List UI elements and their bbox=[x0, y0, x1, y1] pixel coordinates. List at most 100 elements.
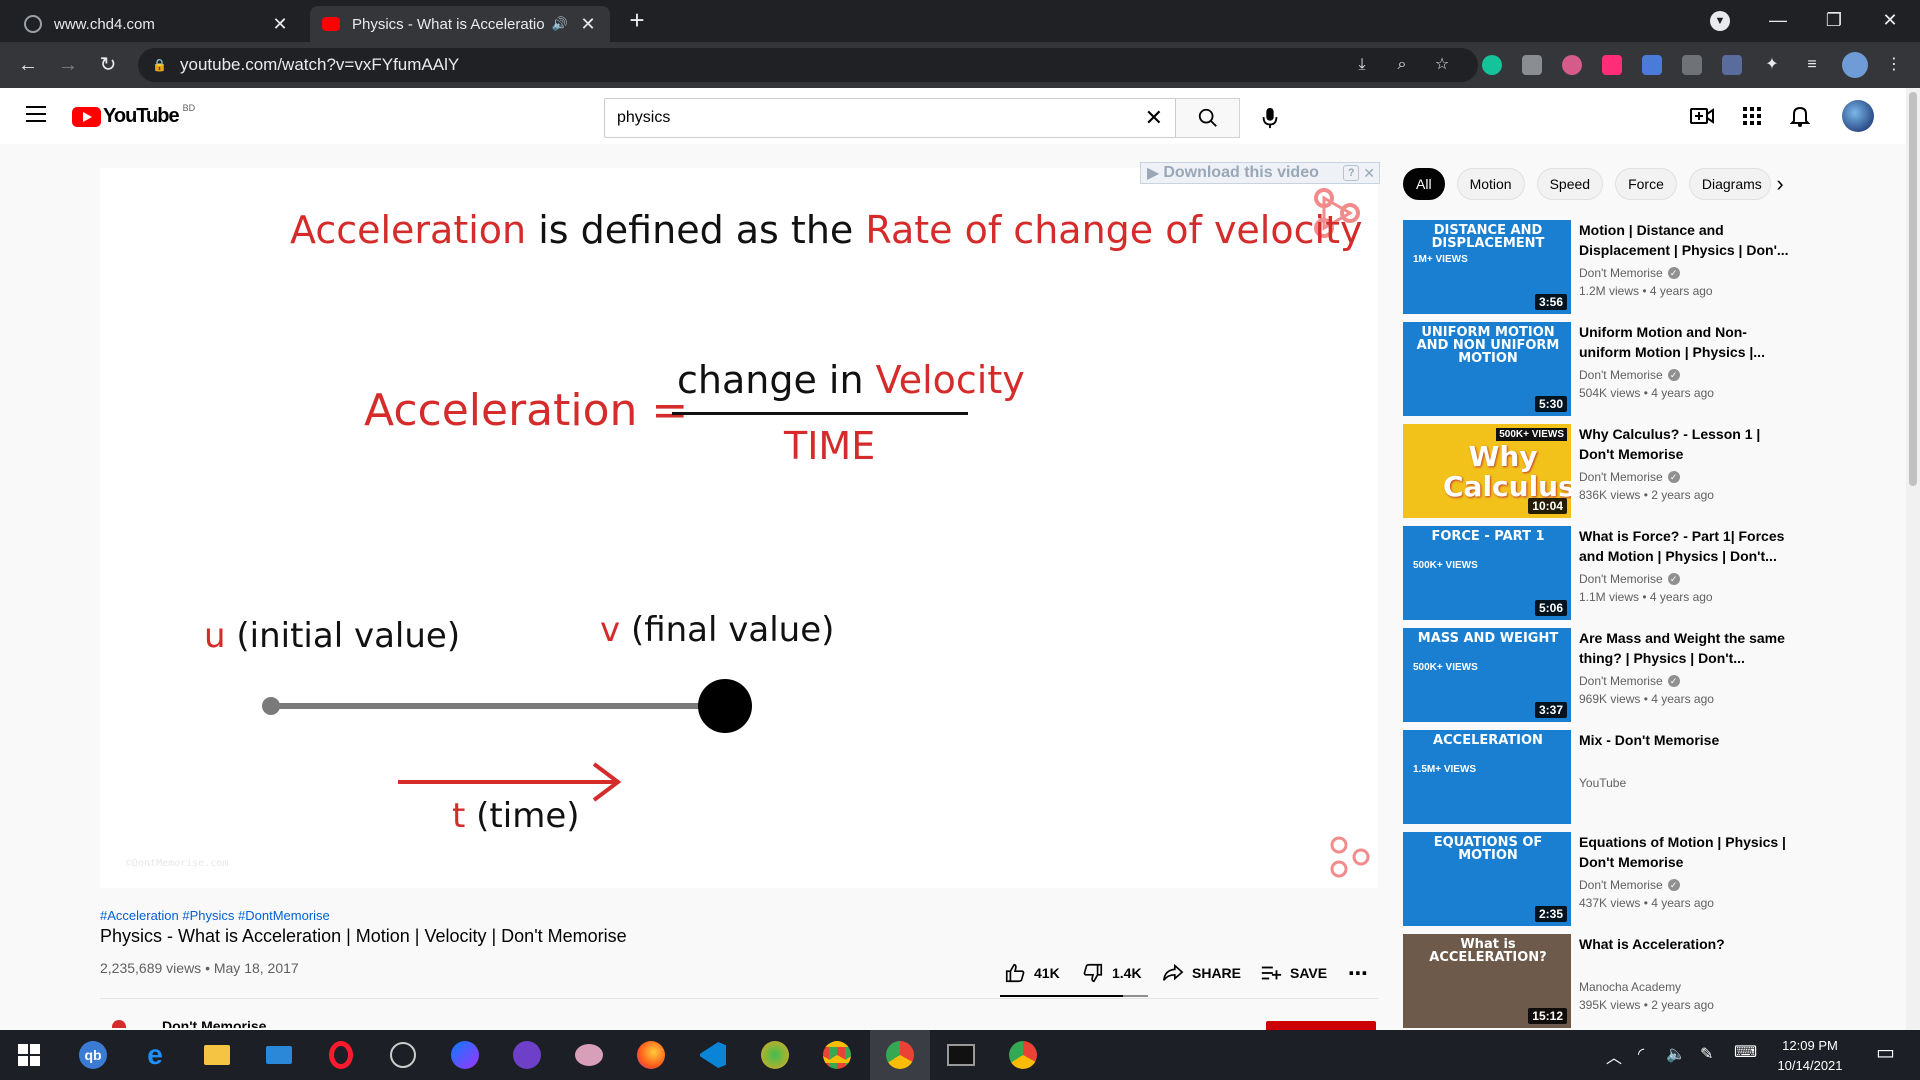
recommended-video[interactable]: What is ACCELERATION? 15:12 What is Accele… bbox=[1403, 934, 1793, 1028]
recommended-video-title[interactable]: Why Calculus? - Lesson 1 | Don't Memoris… bbox=[1579, 424, 1793, 464]
recommended-channel[interactable]: Don't Memorise ✓ bbox=[1579, 674, 1680, 688]
maximize-icon[interactable]: ❐ bbox=[1806, 0, 1862, 42]
mail-icon[interactable] bbox=[262, 1038, 296, 1072]
hamburger-menu-icon[interactable] bbox=[26, 106, 46, 122]
video-thumbnail[interactable]: What is ACCELERATION? 15:12 bbox=[1403, 934, 1571, 1028]
recommended-video[interactable]: ACCELERATION 1.5M+ VIEWS Mix - Don't Memor… bbox=[1403, 730, 1793, 824]
video-thumbnail[interactable]: MASS AND WEIGHT 500K+ VIEWS 3:37 bbox=[1403, 628, 1571, 722]
new-tab-button[interactable]: + bbox=[622, 6, 652, 36]
video-thumbnail[interactable]: DISTANCE AND DISPLACEMENT 1M+ VIEWS 3:56 bbox=[1403, 220, 1571, 314]
speaker-icon[interactable]: 🔊 bbox=[552, 16, 568, 32]
recommended-video-title[interactable]: Mix - Don't Memorise bbox=[1579, 730, 1793, 750]
recommended-channel[interactable]: Manocha Academy bbox=[1579, 980, 1681, 994]
recommended-video-title[interactable]: What is Acceleration? bbox=[1579, 934, 1793, 954]
chevron-right-icon[interactable]: › bbox=[1768, 172, 1792, 196]
account-avatar[interactable] bbox=[1842, 100, 1874, 132]
chip-all[interactable]: All bbox=[1403, 168, 1445, 200]
paint-app-icon[interactable] bbox=[572, 1038, 606, 1072]
recommended-video[interactable]: FORCE - PART 1 500K+ VIEWS 5:06 What is For… bbox=[1403, 526, 1793, 620]
video-thumbnail[interactable]: ACCELERATION 1.5M+ VIEWS bbox=[1403, 730, 1571, 824]
messenger-icon[interactable] bbox=[448, 1038, 482, 1072]
download-video-button[interactable]: ▶ Download this video ? ✕ bbox=[1140, 162, 1380, 184]
recommended-video[interactable]: MASS AND WEIGHT 500K+ VIEWS 3:37 Are Mass a… bbox=[1403, 628, 1793, 722]
channel-avatar[interactable] bbox=[112, 1020, 126, 1028]
page-scrollbar[interactable] bbox=[1906, 88, 1920, 1030]
share-button[interactable]: SHARE bbox=[1162, 960, 1241, 986]
world-app-icon[interactable] bbox=[758, 1038, 792, 1072]
recommended-video[interactable]: Why Calculus?500K+ VIEWS10:04Why Calculu… bbox=[1403, 424, 1793, 518]
windows-start-icon[interactable] bbox=[12, 1038, 46, 1072]
browser-tab-youtube[interactable]: Physics - What is Acceleratio 🔊 ✕ bbox=[310, 6, 610, 42]
profile-avatar-icon[interactable] bbox=[1842, 52, 1868, 78]
chip-motion[interactable]: Motion bbox=[1456, 168, 1525, 200]
create-video-icon[interactable] bbox=[1690, 104, 1714, 128]
keyboard-icon[interactable]: ⌨ bbox=[1734, 1042, 1757, 1062]
recommended-channel[interactable]: Don't Memorise ✓ bbox=[1579, 470, 1680, 484]
chrome-active-icon[interactable] bbox=[870, 1030, 930, 1080]
play-extension-icon[interactable] bbox=[1602, 55, 1622, 75]
recommended-video-title[interactable]: What is Force? - Part 1| Forces and Moti… bbox=[1579, 526, 1793, 566]
bookmark-star-icon[interactable]: ☆ bbox=[1426, 49, 1458, 81]
chrome-menu-icon[interactable]: ⋮ bbox=[1878, 49, 1910, 81]
show-hidden-icons-icon[interactable]: ︿ bbox=[1606, 1044, 1622, 1068]
chrome-icon[interactable] bbox=[820, 1038, 854, 1072]
recommended-video[interactable]: EQUATIONS OF MOTION 2:35 Equations of Moti… bbox=[1403, 832, 1793, 926]
recommended-channel[interactable]: Don't Memorise ✓ bbox=[1579, 368, 1680, 382]
recommended-channel[interactable]: Don't Memorise ✓ bbox=[1579, 266, 1680, 280]
like-button[interactable]: 41K bbox=[1004, 960, 1060, 986]
window-close-icon[interactable]: ✕ bbox=[1862, 0, 1918, 42]
scrollbar-thumb[interactable] bbox=[1909, 92, 1917, 486]
pen-icon[interactable]: ✎ bbox=[1700, 1044, 1713, 1064]
save-button[interactable]: SAVE bbox=[1260, 960, 1327, 986]
reload-icon[interactable]: ↻ bbox=[94, 51, 122, 79]
video-thumbnail[interactable]: Why Calculus?500K+ VIEWS 10:04 bbox=[1403, 424, 1571, 518]
edge-icon[interactable]: e bbox=[138, 1038, 172, 1072]
recommended-channel[interactable]: Don't Memorise ✓ bbox=[1579, 878, 1680, 892]
terminal-icon[interactable] bbox=[944, 1038, 978, 1072]
file-explorer-icon[interactable] bbox=[200, 1038, 234, 1072]
video-thumbnail[interactable]: EQUATIONS OF MOTION 2:35 bbox=[1403, 832, 1571, 926]
dislike-button[interactable]: 1.4K bbox=[1082, 960, 1142, 986]
recommended-video[interactable]: DISTANCE AND DISPLACEMENT 1M+ VIEWS 3:56 Mo… bbox=[1403, 220, 1793, 314]
grammarly-extension-icon[interactable] bbox=[1482, 55, 1502, 75]
system-clock[interactable]: 12:09 PM 10/14/2021 bbox=[1760, 1036, 1860, 1076]
download-help-icon[interactable]: ? bbox=[1343, 165, 1360, 181]
recommended-video-title[interactable]: Uniform Motion and Non-uniform Motion | … bbox=[1579, 322, 1793, 362]
pen-extension-icon[interactable] bbox=[1722, 55, 1742, 75]
extension-icon[interactable] bbox=[1682, 55, 1702, 75]
volume-icon[interactable]: 🔈 bbox=[1666, 1044, 1686, 1064]
video-hashtags[interactable]: #Acceleration #Physics #DontMemorise bbox=[100, 908, 330, 923]
chrome-profile-icon[interactable] bbox=[1006, 1038, 1040, 1072]
minimize-icon[interactable]: — bbox=[1750, 0, 1806, 42]
camera-extension-icon[interactable] bbox=[1522, 55, 1542, 75]
chip-force[interactable]: Force bbox=[1615, 168, 1677, 200]
zoom-icon[interactable]: ⌕ bbox=[1386, 49, 1418, 81]
voice-search-button[interactable] bbox=[1252, 100, 1288, 136]
satellite-app-icon[interactable] bbox=[386, 1038, 420, 1072]
close-tab-icon[interactable]: ✕ bbox=[578, 14, 598, 35]
wifi-icon[interactable]: ◜ bbox=[1638, 1044, 1644, 1064]
recommended-channel[interactable]: YouTube bbox=[1579, 776, 1626, 790]
firefox-icon[interactable] bbox=[634, 1038, 668, 1072]
recommended-video-title[interactable]: Motion | Distance and Displacement | Phy… bbox=[1579, 220, 1793, 260]
more-actions-icon[interactable]: ⋯ bbox=[1348, 960, 1368, 986]
qbittorrent-icon[interactable]: qb bbox=[76, 1038, 110, 1072]
chip-speed[interactable]: Speed bbox=[1536, 168, 1604, 200]
chip-diagrams[interactable]: Diagrams bbox=[1688, 168, 1771, 200]
recommended-video[interactable]: UNIFORM MOTION AND NON UNIFORM MOTION 5:3… bbox=[1403, 322, 1793, 416]
clear-search-icon[interactable]: ✕ bbox=[1145, 105, 1163, 131]
notifications-bell-icon[interactable] bbox=[1788, 104, 1812, 128]
video-thumbnail[interactable]: UNIFORM MOTION AND NON UNIFORM MOTION 5:3… bbox=[1403, 322, 1571, 416]
apps-grid-icon[interactable] bbox=[1740, 104, 1764, 128]
puzzle-extensions-icon[interactable]: ✦ bbox=[1756, 49, 1788, 81]
notifications-icon[interactable]: ▭ bbox=[1876, 1040, 1895, 1065]
back-icon[interactable]: ← bbox=[14, 51, 42, 79]
video-player[interactable]: Acceleration is defined as the Rate of c… bbox=[100, 168, 1378, 888]
install-icon[interactable]: ⤓ bbox=[1346, 49, 1378, 81]
browser-tab-chd4[interactable]: www.chd4.com ✕ bbox=[12, 6, 302, 42]
opera-icon[interactable] bbox=[324, 1038, 358, 1072]
download-close-icon[interactable]: ✕ bbox=[1363, 165, 1375, 182]
vscode-icon[interactable] bbox=[696, 1038, 730, 1072]
github-desktop-icon[interactable] bbox=[510, 1038, 544, 1072]
youtube-logo[interactable]: YouTube BD bbox=[72, 103, 195, 128]
